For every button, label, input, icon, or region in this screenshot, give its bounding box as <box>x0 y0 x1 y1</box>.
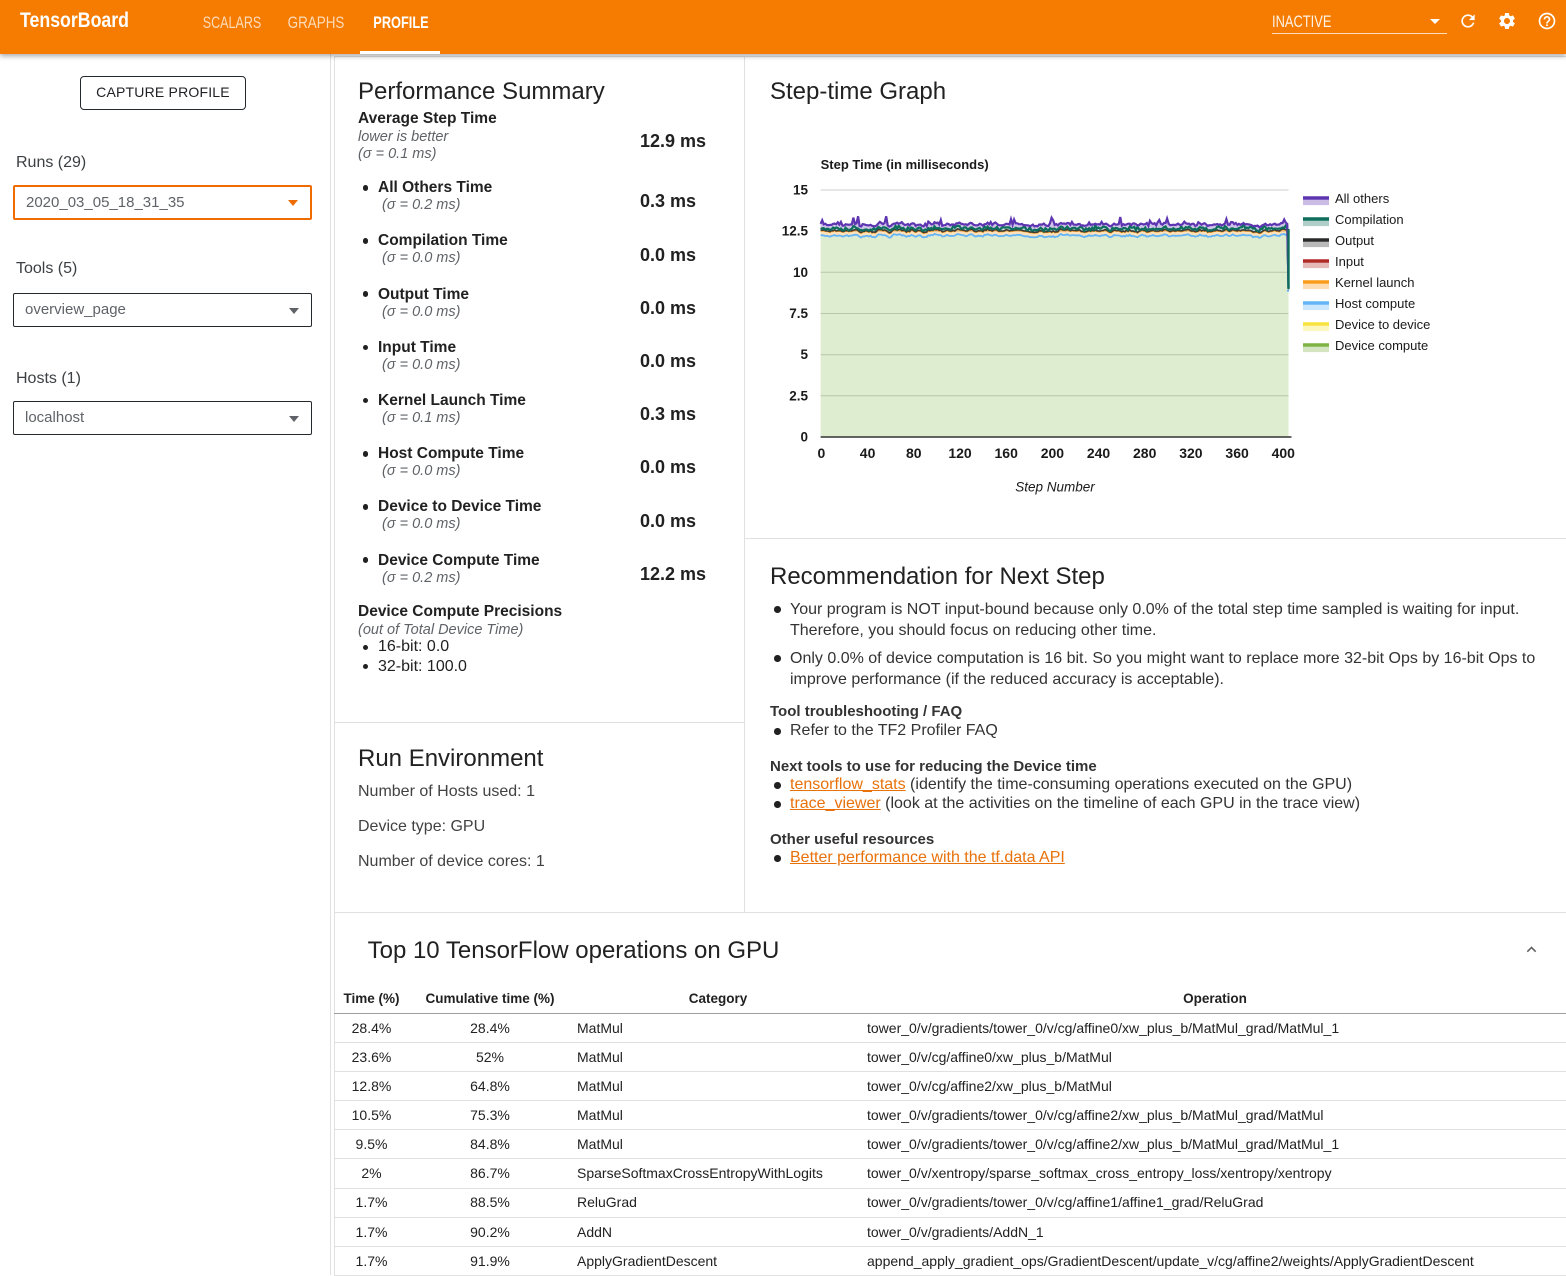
svg-text:280: 280 <box>1133 445 1157 461</box>
svg-text:0: 0 <box>818 445 826 461</box>
svg-text:Device compute: Device compute <box>1335 338 1428 353</box>
svg-text:10: 10 <box>793 265 808 280</box>
svg-text:Kernel launch: Kernel launch <box>1335 275 1415 290</box>
svg-text:360: 360 <box>1225 445 1249 461</box>
svg-text:400: 400 <box>1272 445 1296 461</box>
svg-text:Compilation: Compilation <box>1335 212 1404 227</box>
svg-text:240: 240 <box>1087 445 1111 461</box>
svg-text:200: 200 <box>1041 445 1065 461</box>
svg-text:Input: Input <box>1335 254 1364 269</box>
svg-text:Output: Output <box>1335 233 1374 248</box>
svg-text:160: 160 <box>995 445 1019 461</box>
svg-text:120: 120 <box>948 445 972 461</box>
svg-text:5: 5 <box>800 347 808 362</box>
svg-text:80: 80 <box>906 445 922 461</box>
svg-text:7.5: 7.5 <box>789 306 808 321</box>
svg-text:All others: All others <box>1335 191 1390 206</box>
svg-text:Host compute: Host compute <box>1335 296 1415 311</box>
svg-text:2.5: 2.5 <box>789 388 808 403</box>
svg-text:Step Time (in milliseconds): Step Time (in milliseconds) <box>821 157 989 172</box>
svg-text:15: 15 <box>793 183 809 198</box>
svg-text:40: 40 <box>860 445 876 461</box>
svg-text:320: 320 <box>1179 445 1203 461</box>
svg-text:12.5: 12.5 <box>782 224 809 239</box>
svg-text:Device to device: Device to device <box>1335 317 1430 332</box>
svg-text:Step Number: Step Number <box>1015 480 1095 495</box>
svg-text:0: 0 <box>800 430 808 445</box>
